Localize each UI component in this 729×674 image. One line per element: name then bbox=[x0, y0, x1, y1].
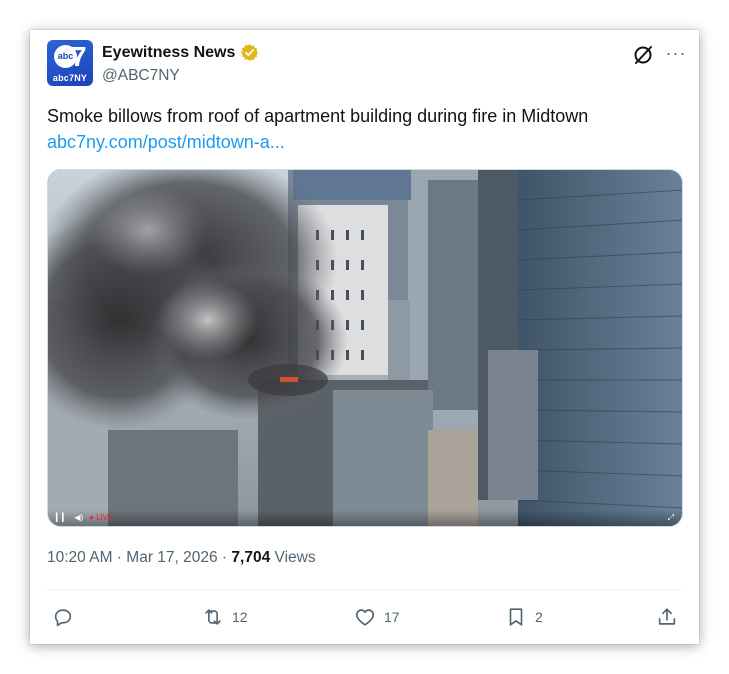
volume-icon[interactable]: ◀) bbox=[74, 513, 83, 523]
verified-badge-icon bbox=[241, 44, 259, 61]
post-meta: 10:20 AM · Mar 17, 2026 · 7,704 Views bbox=[47, 549, 316, 567]
meta-separator: · bbox=[217, 549, 232, 566]
bookmark-button[interactable]: 2 bbox=[505, 604, 543, 630]
live-indicator: ● LIVE bbox=[89, 513, 114, 522]
more-options-icon[interactable]: ··· bbox=[664, 42, 688, 66]
repost-button[interactable]: 12 bbox=[202, 604, 248, 630]
meta-separator: · bbox=[112, 549, 127, 566]
avatar[interactable]: abc 7 abc7NY bbox=[47, 40, 93, 86]
account-handle[interactable]: @ABC7NY bbox=[102, 67, 180, 85]
avatar-logo-number: 7 bbox=[71, 41, 87, 72]
bookmark-count: 2 bbox=[535, 609, 543, 625]
divider bbox=[47, 589, 682, 590]
video-frame bbox=[48, 170, 682, 526]
post-text: Smoke billows from roof of apartment bui… bbox=[47, 106, 589, 126]
reply-button[interactable] bbox=[52, 604, 82, 630]
post-link[interactable]: abc7ny.com/post/midtown-a... bbox=[47, 130, 285, 155]
fullscreen-icon[interactable]: ⤢ bbox=[668, 513, 674, 523]
post-card: abc 7 abc7NY Eyewitness News @ABC7NY ···… bbox=[30, 30, 699, 644]
share-icon bbox=[658, 608, 676, 625]
display-name[interactable]: Eyewitness News bbox=[102, 44, 235, 62]
views-label: Views bbox=[270, 549, 316, 566]
repost-count: 12 bbox=[232, 609, 248, 625]
share-button[interactable] bbox=[656, 604, 678, 630]
post-date[interactable]: Mar 17, 2026 bbox=[126, 549, 217, 566]
heart-icon bbox=[355, 609, 375, 626]
display-name-row[interactable]: Eyewitness News bbox=[102, 43, 259, 62]
video-player[interactable]: ▎▎ ◀) ● LIVE ⤢ bbox=[47, 169, 683, 527]
like-count: 17 bbox=[384, 609, 400, 625]
repost-icon bbox=[205, 609, 221, 625]
action-bar: 12 17 2 bbox=[30, 604, 699, 630]
video-controls: ▎▎ ◀) ● LIVE bbox=[48, 510, 682, 526]
bookmark-icon bbox=[509, 608, 523, 626]
like-button[interactable]: 17 bbox=[354, 604, 400, 630]
post-time[interactable]: 10:20 AM bbox=[47, 549, 113, 566]
avatar-logo-sub: abc7NY bbox=[52, 73, 88, 83]
reply-icon bbox=[54, 609, 72, 627]
pause-icon[interactable]: ▎▎ bbox=[56, 513, 68, 523]
views-count: 7,704 bbox=[231, 549, 271, 566]
grok-icon[interactable] bbox=[631, 43, 655, 67]
